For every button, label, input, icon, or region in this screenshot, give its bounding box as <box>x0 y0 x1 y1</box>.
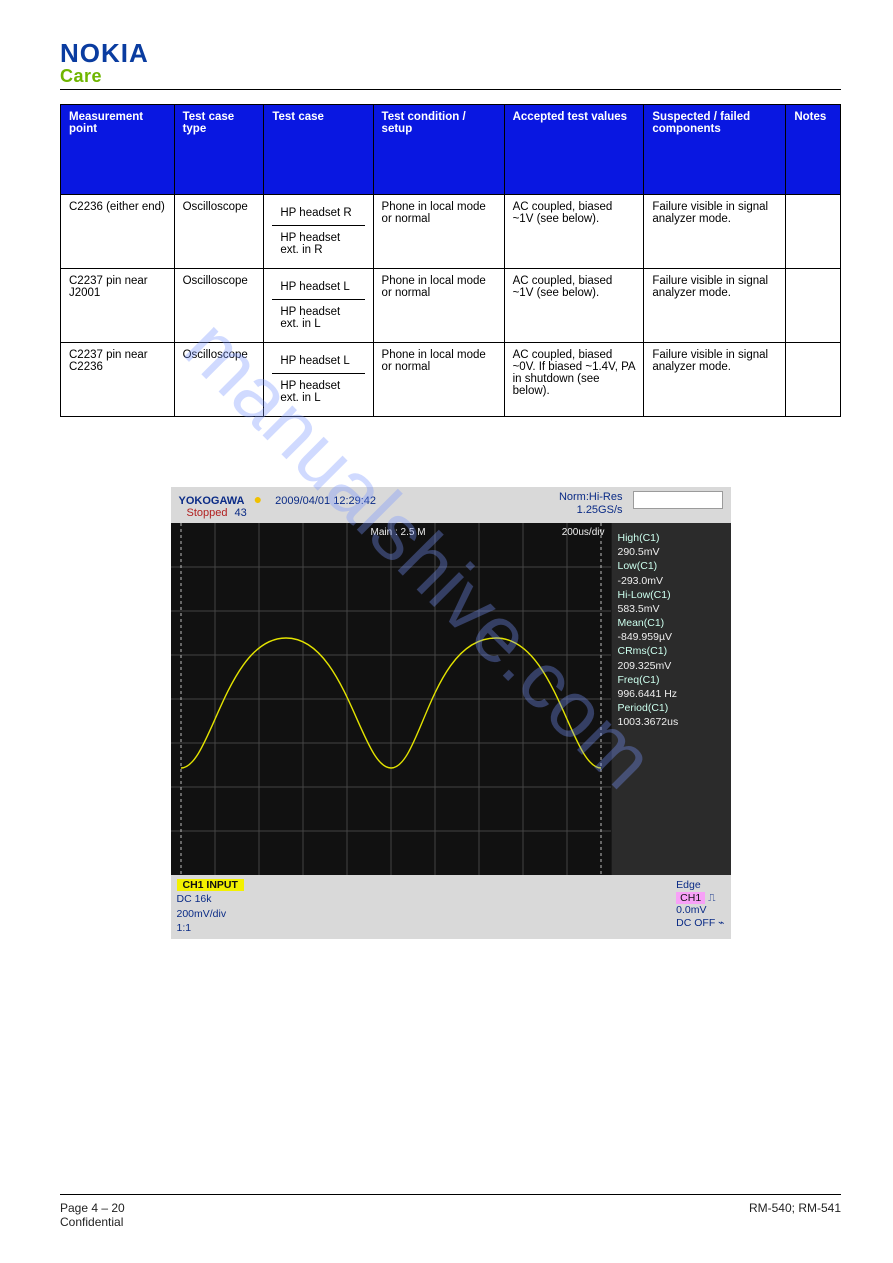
footer-left2: Confidential <box>60 1215 123 1229</box>
footer-left: Page 4 – 20 <box>60 1201 125 1215</box>
cell-mp: C2236 (either end) <box>61 195 175 269</box>
document-page: NOKIA Care Measurement point Test case t… <box>0 0 893 1263</box>
cell-comp: Failure visible in signal analyzer mode. <box>644 269 786 343</box>
logo-sub: Care <box>60 66 841 87</box>
th-test-type: Test case type <box>174 105 264 195</box>
header-rule <box>60 89 841 90</box>
scope-frame: YOKOGAWA ● 2009/04/01 12:29:42 Stopped 4… <box>171 487 731 939</box>
cell-case-split: HP headset L HP headset ext. in L <box>264 343 373 417</box>
measurement-table: Measurement point Test case type Test ca… <box>60 104 841 417</box>
scope-topbar: YOKOGAWA ● 2009/04/01 12:29:42 Stopped 4… <box>171 487 731 523</box>
plot-time-div: 200us/div <box>562 527 605 538</box>
table-body: C2236 (either end) Oscilloscope HP heads… <box>61 195 841 417</box>
cell-comp: Failure visible in signal analyzer mode. <box>644 195 786 269</box>
scope-count: 43 <box>235 507 247 519</box>
table-head: Measurement point Test case type Test ca… <box>61 105 841 195</box>
scope-top-right: Norm:Hi-Res 1.25GS/s <box>559 491 723 517</box>
th-test-setup: Test condition / setup <box>373 105 504 195</box>
cell-notes <box>786 343 841 417</box>
scope-mode: Norm:Hi-Res <box>559 491 623 504</box>
scope-body: Main : 2.5 M 200us/div <box>171 523 731 875</box>
table-row: C2236 (either end) Oscilloscope HP heads… <box>61 195 841 269</box>
scope-brand: YOKOGAWA <box>179 495 245 507</box>
scope-rate: 1.25GS/s <box>559 504 623 517</box>
cell-values: AC coupled, biased ~1V (see below). <box>504 269 644 343</box>
trigger-pane: Edge CH1 ⎍ 0.0mV DC OFF ⌁ <box>676 879 724 935</box>
logo-text: NOKIA <box>60 38 841 69</box>
ch1-cfg-line2: 200mV/div <box>177 908 244 921</box>
cell-case-split: HP headset R HP headset ext. in R <box>264 195 373 269</box>
plot-svg <box>171 523 611 875</box>
measurement-pane: High(C1)290.5mV Low(C1)-293.0mV Hi-Low(C… <box>611 523 731 875</box>
cell-type: Oscilloscope <box>174 269 264 343</box>
cell-type: Oscilloscope <box>174 195 264 269</box>
cell-notes <box>786 195 841 269</box>
scope-date: 2009/04/01 12:29:42 <box>275 495 376 507</box>
oscilloscope-screenshot: YOKOGAWA ● 2009/04/01 12:29:42 Stopped 4… <box>171 487 731 939</box>
plot-main-label: Main : 2.5 M <box>371 527 426 538</box>
page-header: NOKIA Care <box>60 38 841 90</box>
cell-setup: Phone in local mode or normal <box>373 343 504 417</box>
footer-right: RM-540; RM-541 <box>749 1201 841 1215</box>
cell-mp: C2237 pin near J2001 <box>61 269 175 343</box>
cell-values: AC coupled, biased ~1V (see below). <box>504 195 644 269</box>
th-test-values: Accepted test values <box>504 105 644 195</box>
cell-comp: Failure visible in signal analyzer mode. <box>644 343 786 417</box>
scope-status: Stopped <box>179 507 228 519</box>
th-measurement-point: Measurement point <box>61 105 175 195</box>
th-notes: Notes <box>786 105 841 195</box>
cell-setup: Phone in local mode or normal <box>373 195 504 269</box>
footer-rule <box>60 1194 841 1195</box>
status-dot-icon: ● <box>254 491 262 507</box>
cell-setup: Phone in local mode or normal <box>373 269 504 343</box>
table-row: C2237 pin near J2001 Oscilloscope HP hea… <box>61 269 841 343</box>
cell-values: AC coupled, biased ~0V. If biased ~1.4V,… <box>504 343 644 417</box>
cell-type: Oscilloscope <box>174 343 264 417</box>
cell-mp: C2237 pin near C2236 <box>61 343 175 417</box>
mini-preview <box>633 491 723 509</box>
ch1-cfg-line1: DC 16k <box>177 893 244 906</box>
scope-bottom: CH1 INPUT DC 16k 200mV/div 1:1 Edge CH1 … <box>171 875 731 939</box>
page-footer: Page 4 – 20 RM-540; RM-541 Confidential <box>60 1194 841 1229</box>
th-test-case: Test case <box>264 105 373 195</box>
scope-plot: Main : 2.5 M 200us/div <box>171 523 611 875</box>
trig-ch-badge: CH1 <box>676 892 705 904</box>
table-row: C2237 pin near C2236 Oscilloscope HP hea… <box>61 343 841 417</box>
cell-case-split: HP headset L HP headset ext. in L <box>264 269 373 343</box>
ch1-cfg-line3: 1:1 <box>177 922 244 935</box>
th-suspected-failed: Suspected / failed components <box>644 105 786 195</box>
ch1-badge: CH1 INPUT <box>177 879 244 891</box>
cell-notes <box>786 269 841 343</box>
